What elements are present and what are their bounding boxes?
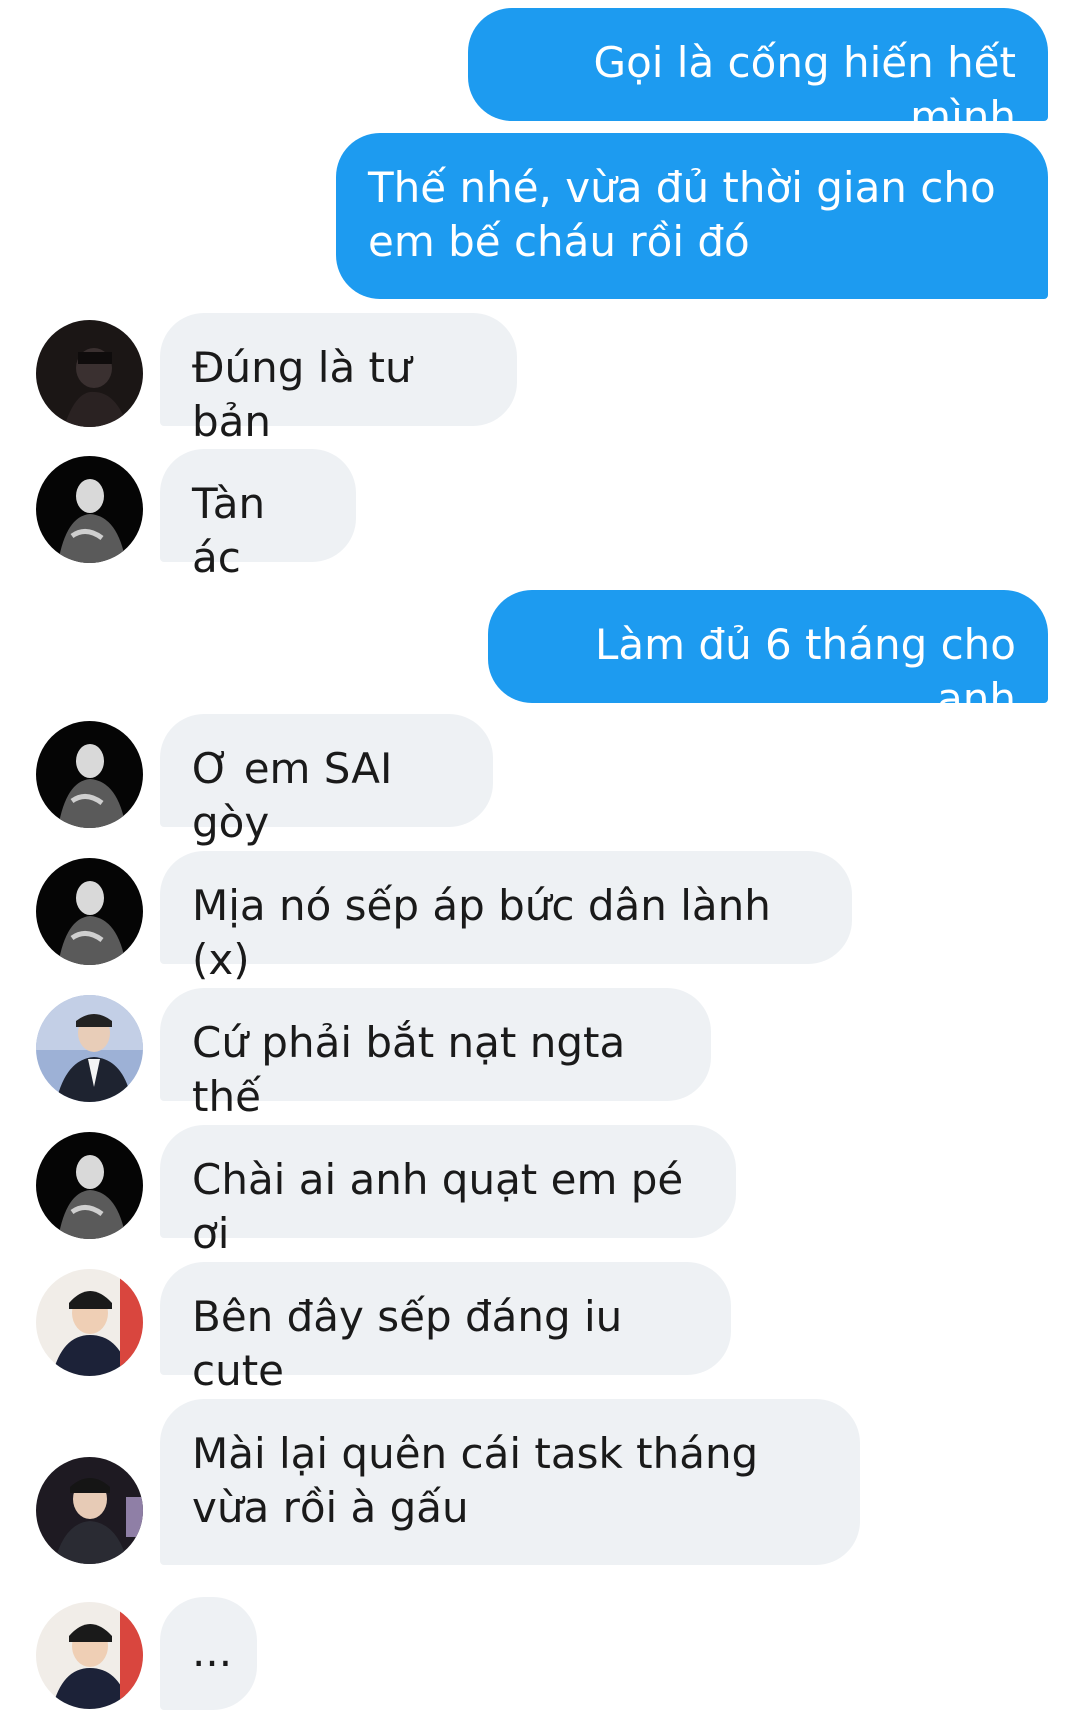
- sender-avatar[interactable]: [36, 858, 143, 965]
- outgoing-message[interactable]: Gọi là cống hiến hết mình: [468, 8, 1048, 141]
- incoming-message[interactable]: Chài ai anh quạt em pé ơi: [160, 1125, 736, 1258]
- sender-avatar[interactable]: [36, 456, 143, 563]
- sender-avatar[interactable]: [36, 1602, 143, 1709]
- outgoing-message[interactable]: Làm đủ 6 tháng cho anh: [488, 590, 1048, 723]
- sender-avatar[interactable]: [36, 1457, 143, 1564]
- sender-avatar[interactable]: [36, 1269, 143, 1376]
- sender-avatar[interactable]: [36, 995, 143, 1102]
- incoming-message[interactable]: ...: [160, 1597, 257, 1710]
- incoming-message[interactable]: Ơ em SAI gòy: [160, 714, 493, 847]
- sender-avatar[interactable]: [36, 320, 143, 427]
- incoming-message[interactable]: Cứ phải bắt nạt ngta thế: [160, 988, 711, 1121]
- incoming-message[interactable]: Bên đây sếp đáng iu cute: [160, 1262, 731, 1395]
- chat-thread: Gọi là cống hiến hết mình Thế nhé, vừa đ…: [0, 0, 1080, 1718]
- incoming-message[interactable]: Mịa nó sếp áp bức dân lành (x): [160, 851, 852, 984]
- sender-avatar[interactable]: [36, 1132, 143, 1239]
- incoming-message[interactable]: Đúng là tư bản: [160, 313, 517, 446]
- outgoing-message[interactable]: Thế nhé, vừa đủ thời gian cho em bế cháu…: [336, 133, 1048, 299]
- incoming-message[interactable]: Mài lại quên cái task tháng vừa rồi à gấ…: [160, 1399, 860, 1565]
- sender-avatar[interactable]: [36, 721, 143, 828]
- incoming-message[interactable]: Tàn ác: [160, 449, 356, 582]
